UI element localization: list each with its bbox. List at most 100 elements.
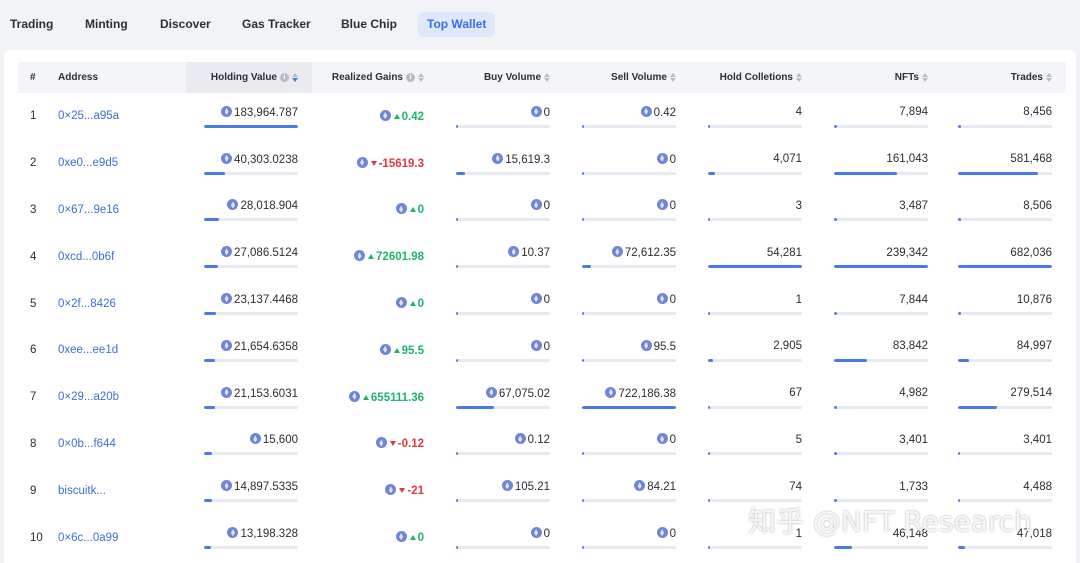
sell-volume-bar	[582, 452, 676, 456]
table-row[interactable]: 5 0×2f...8426 23,137.4468 0 0 0 1 7,844 10,876	[18, 280, 1066, 327]
table-row[interactable]: 6 0xee...ee1d 21,654.6358 95.5 0 95.5 2,905 83,…	[18, 327, 1066, 374]
eth-icon	[385, 484, 397, 496]
wallet-address-link[interactable]: 0×6c...0a99	[58, 532, 118, 544]
eth-icon	[356, 156, 368, 168]
sort-icon[interactable]	[922, 72, 928, 83]
header-realized-gains[interactable]: Realized Gains i	[312, 62, 438, 93]
table-row[interactable]: 1 0×25...a95a 183,964.787 0.42 0 0.42 4 7,894 8,…	[18, 93, 1066, 140]
sell-volume-cell: 72,612.35	[564, 233, 690, 280]
tab-blue-chip[interactable]: Blue Chip	[332, 12, 406, 37]
tab-top-wallet[interactable]: Top Wallet	[418, 12, 496, 37]
rank-number: 10	[30, 531, 43, 544]
sort-icon[interactable]	[544, 72, 550, 83]
sell-volume-bar	[582, 124, 676, 128]
buy-volume-text: 0	[543, 200, 550, 213]
arrow-up-icon	[409, 535, 416, 541]
hold-collections-bar-fill	[708, 124, 710, 128]
nfts-cell: 4,982	[816, 374, 942, 421]
eth-icon	[634, 480, 646, 492]
buy-volume-text: 10.37	[521, 247, 550, 260]
sort-down-icon	[796, 77, 802, 82]
hold-collections-bar	[708, 499, 802, 503]
header-holding-value[interactable]: Holding Value i	[186, 62, 312, 93]
info-icon[interactable]: i	[280, 72, 289, 82]
wallet-address-link[interactable]: 0xcd...0b6f	[58, 251, 114, 263]
trades-value: 8,506	[1023, 200, 1052, 212]
buy-volume-cell: 105.21	[438, 467, 564, 514]
hold-collections-cell: 67	[690, 374, 816, 421]
table-row[interactable]: 7 0×29...a20b 21,153.6031 655111.36 67,075.0…	[18, 374, 1066, 421]
nfts-bar-fill	[834, 171, 897, 175]
sell-volume-bar	[582, 405, 676, 409]
nfts-value: 4,982	[899, 387, 928, 399]
rank-cell: 1	[18, 93, 58, 140]
trades-bar-fill	[958, 218, 961, 222]
address-cell: 0xee...ee1d	[58, 327, 186, 374]
wallet-address-link[interactable]: 0×67...9e16	[58, 204, 119, 216]
buy-volume-text: 0	[543, 106, 550, 119]
header-buy-volume[interactable]: Buy Volume	[438, 62, 564, 93]
holding-value-text: 183,964.787	[234, 106, 298, 119]
eth-icon	[221, 480, 233, 492]
wallet-address-link[interactable]: 0×25...a95a	[58, 110, 119, 122]
rank-cell: 7	[18, 374, 58, 421]
address-cell: 0×2f...8426	[58, 280, 186, 327]
tab-discover[interactable]: Discover	[151, 12, 220, 37]
hold-collections-bar	[708, 452, 802, 456]
hold-collections-bar	[708, 124, 802, 128]
eth-icon	[221, 105, 233, 117]
realized-gains-text: -21	[407, 485, 424, 498]
holding-value-value: 23,137.4468	[221, 293, 298, 306]
realized-gains-cell: 72601.98	[312, 233, 438, 280]
tab-minting[interactable]: Minting	[76, 12, 137, 37]
table-row[interactable]: 10 0×6c...0a99 13,198.328 0 0 0 1 46,148 47,018	[18, 514, 1066, 561]
table-row[interactable]: 4 0xcd...0b6f 27,086.5124 72601.98 10.37 72,6…	[18, 233, 1066, 280]
table-row[interactable]: 9 biscuitk... 14,897.5335 -21 105.21 84.21 74 1…	[18, 467, 1066, 514]
header-hold-collections[interactable]: Hold Colletions	[690, 62, 816, 93]
eth-icon	[514, 433, 526, 445]
header-sell-volume[interactable]: Sell Volume	[564, 62, 690, 93]
buy-volume-value: 0.12	[514, 433, 550, 446]
sell-volume-value: 0	[656, 433, 676, 446]
nfts-bar	[834, 311, 928, 315]
trades-cell: 8,456	[942, 93, 1066, 140]
wallet-address-link[interactable]: 0xe0...e9d5	[58, 157, 118, 169]
nfts-bar	[834, 171, 928, 175]
sort-icon[interactable]	[418, 72, 424, 83]
holding-value-cell: 27,086.5124	[186, 233, 312, 280]
header-trades[interactable]: Trades	[942, 62, 1066, 93]
sell-volume-text: 0	[669, 153, 676, 166]
eth-icon	[656, 527, 668, 539]
table-row[interactable]: 3 0×67...9e16 28,018.904 0 0 0 3 3,487 8,506	[18, 187, 1066, 234]
sort-icon[interactable]	[1046, 72, 1052, 83]
sort-icon[interactable]	[292, 72, 298, 83]
nfts-cell: 239,342	[816, 233, 942, 280]
table-row[interactable]: 2 0xe0...e9d5 40,303.0238 -15619.3 15,619.3 0…	[18, 140, 1066, 187]
wallet-address-link[interactable]: 0×0b...f644	[58, 438, 116, 450]
info-icon[interactable]: i	[406, 72, 415, 82]
trades-cell: 3,401	[942, 421, 1066, 468]
trades-cell: 47,018	[942, 514, 1066, 561]
wallet-address-link[interactable]: 0×29...a20b	[58, 391, 119, 403]
eth-icon	[501, 480, 513, 492]
address-cell: biscuitk...	[58, 467, 186, 514]
tab-gas-tracker[interactable]: Gas Tracker	[233, 12, 320, 37]
trades-bar-fill	[958, 405, 997, 409]
sell-volume-bar	[582, 499, 676, 503]
buy-volume-text: 0	[543, 294, 550, 307]
tab-trading[interactable]: Trading	[1, 12, 62, 37]
sort-icon[interactable]	[670, 72, 676, 83]
table-row[interactable]: 8 0×0b...f644 15,600 -0.12 0.12 0 5 3,401 3,401	[18, 421, 1066, 468]
trades-bar-fill	[958, 452, 960, 456]
buy-volume-bar	[456, 405, 550, 409]
realized-gains-cell: -0.12	[312, 421, 438, 468]
buy-volume-bar	[456, 171, 550, 175]
wallet-address-link[interactable]: biscuitk...	[58, 485, 106, 497]
wallet-address-link[interactable]: 0×2f...8426	[58, 298, 116, 310]
header-nfts[interactable]: NFTs	[816, 62, 942, 93]
sell-volume-value: 84.21	[634, 480, 676, 493]
hold-collections-cell: 1	[690, 280, 816, 327]
nfts-text: 4,982	[899, 387, 928, 400]
sort-icon[interactable]	[796, 72, 802, 83]
wallet-address-link[interactable]: 0xee...ee1d	[58, 344, 118, 356]
